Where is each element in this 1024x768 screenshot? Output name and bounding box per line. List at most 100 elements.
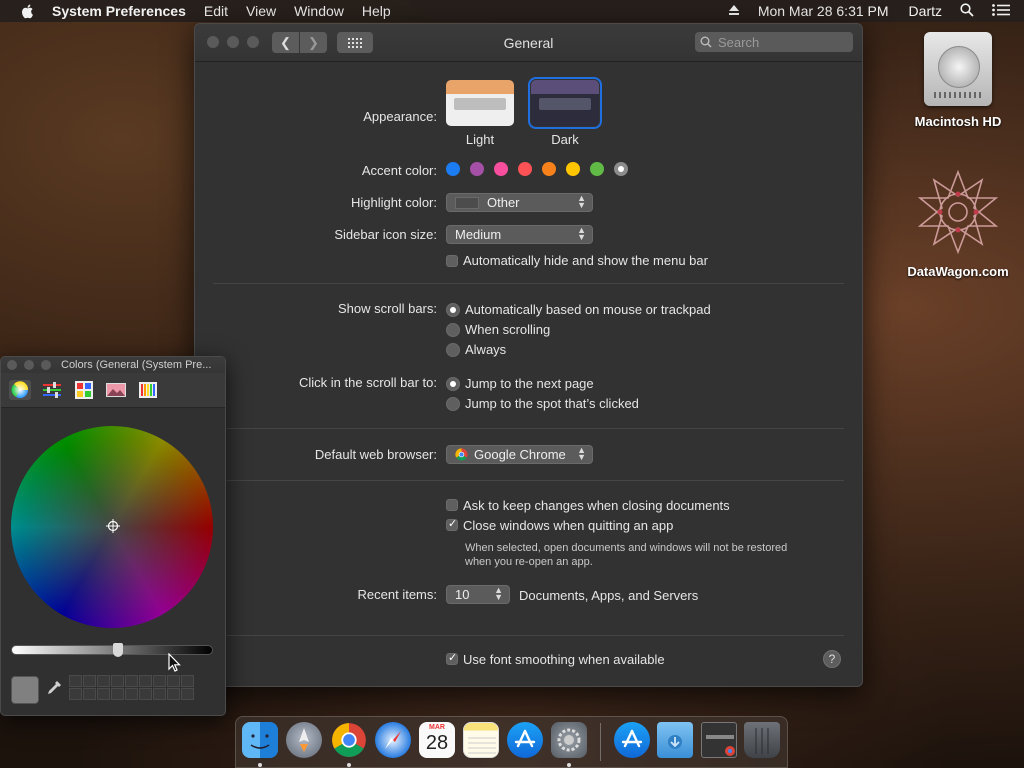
forward-button[interactable]: ❯ xyxy=(300,32,327,53)
color-swatch-cell[interactable] xyxy=(181,688,194,700)
color-swatch-cell[interactable] xyxy=(125,688,138,700)
close-window-button[interactable] xyxy=(207,36,219,48)
notification-center-icon[interactable] xyxy=(992,3,1010,19)
search-input[interactable] xyxy=(716,33,850,51)
menu-help[interactable]: Help xyxy=(362,3,391,19)
downloads-folder-icon[interactable] xyxy=(657,722,693,758)
color-swatch-cell[interactable] xyxy=(97,688,110,700)
notes-icon[interactable] xyxy=(463,722,499,758)
accent-color-swatch[interactable] xyxy=(470,162,484,176)
font-smoothing-label[interactable]: Use font smoothing when available xyxy=(463,652,665,667)
color-swatch-cell[interactable] xyxy=(139,675,152,687)
menu-app-name[interactable]: System Preferences xyxy=(52,3,186,19)
app-store-icon[interactable] xyxy=(507,722,543,758)
spotlight-search-icon[interactable] xyxy=(960,2,974,20)
jump-to-spot-label[interactable]: Jump to the spot that’s clicked xyxy=(465,396,639,411)
color-swatch-cell[interactable] xyxy=(111,688,124,700)
screenshot-thumbnail-icon[interactable] xyxy=(701,722,737,758)
chrome-icon[interactable] xyxy=(331,722,367,758)
colors-zoom-button[interactable] xyxy=(41,360,51,370)
scrollbars-when-scrolling-label[interactable]: When scrolling xyxy=(465,322,550,337)
close-windows-label[interactable]: Close windows when quitting an app xyxy=(463,518,673,533)
desktop-icon-macintosh-hd[interactable]: Macintosh HD xyxy=(903,32,1013,129)
color-swatch-cell[interactable] xyxy=(97,675,110,687)
color-swatch-cell[interactable] xyxy=(83,688,96,700)
jump-to-spot-radio[interactable] xyxy=(446,397,460,411)
autohide-menubar-checkbox[interactable] xyxy=(446,255,458,267)
accent-color-swatch[interactable] xyxy=(494,162,508,176)
color-swatch-cell[interactable] xyxy=(139,688,152,700)
highlight-color-popup[interactable]: Other ▲ ▼ xyxy=(446,193,593,212)
apple-menu-icon[interactable] xyxy=(20,3,36,19)
close-windows-checkbox[interactable] xyxy=(446,517,458,531)
colors-close-button[interactable] xyxy=(7,360,17,370)
show-all-button[interactable] xyxy=(337,32,373,53)
trash-icon[interactable] xyxy=(744,722,780,758)
accent-color-swatch[interactable] xyxy=(566,162,580,176)
accent-color-swatch[interactable] xyxy=(518,162,532,176)
eject-icon[interactable] xyxy=(728,3,740,19)
pencils-mode-button[interactable] xyxy=(137,380,159,400)
color-swatch-cell[interactable] xyxy=(167,675,180,687)
appearance-dark-option[interactable]: Dark xyxy=(528,77,602,147)
color-swatch-cell[interactable] xyxy=(153,675,166,687)
menu-edit[interactable]: Edit xyxy=(204,3,228,19)
color-swatch-cell[interactable] xyxy=(83,675,96,687)
scrollbars-auto-label[interactable]: Automatically based on mouse or trackpad xyxy=(465,302,711,317)
brightness-slider-knob[interactable] xyxy=(113,643,124,657)
accent-color-swatch[interactable] xyxy=(446,162,460,176)
appearance-light-option[interactable]: Light xyxy=(446,80,514,147)
calendar-icon[interactable]: MAR 28 xyxy=(419,722,455,758)
menu-window[interactable]: Window xyxy=(294,3,344,19)
accent-color-swatch[interactable] xyxy=(614,162,628,176)
brightness-slider[interactable] xyxy=(11,645,213,655)
colors-minimize-button[interactable] xyxy=(24,360,34,370)
color-swatch-cell[interactable] xyxy=(167,688,180,700)
launchpad-icon[interactable] xyxy=(286,722,322,758)
zoom-window-button[interactable] xyxy=(247,36,259,48)
color-swatch-cell[interactable] xyxy=(181,675,194,687)
minimize-window-button[interactable] xyxy=(227,36,239,48)
search-field[interactable] xyxy=(695,32,853,52)
menu-user[interactable]: Dartz xyxy=(909,3,942,19)
default-browser-popup[interactable]: Google Chrome ▲ ▼ xyxy=(446,445,593,464)
color-swatch-cell[interactable] xyxy=(69,675,82,687)
finder-icon[interactable] xyxy=(242,722,278,758)
help-button[interactable]: ? xyxy=(823,650,841,668)
scrollbars-when-scrolling-radio[interactable] xyxy=(446,323,460,337)
downloads-app-store-icon[interactable] xyxy=(614,722,650,758)
color-wheel-mode-button[interactable] xyxy=(9,380,31,400)
image-palettes-mode-button[interactable] xyxy=(105,380,127,400)
safari-icon[interactable] xyxy=(375,722,411,758)
color-swatch-cell[interactable] xyxy=(125,675,138,687)
eyedropper-icon[interactable] xyxy=(45,679,63,697)
ask-keep-changes-checkbox[interactable] xyxy=(446,499,458,511)
ask-keep-changes-label[interactable]: Ask to keep changes when closing documen… xyxy=(463,498,730,513)
menu-view[interactable]: View xyxy=(246,3,276,19)
color-palettes-mode-button[interactable] xyxy=(73,380,95,400)
window-titlebar[interactable]: ❮ ❯ General xyxy=(195,24,862,62)
scrollbars-always-radio[interactable] xyxy=(446,343,460,357)
system-preferences-icon[interactable] xyxy=(551,722,587,758)
autohide-menubar-label[interactable]: Automatically hide and show the menu bar xyxy=(463,253,708,268)
color-swatch-cell[interactable] xyxy=(153,688,166,700)
colors-panel-titlebar[interactable]: Colors (General (System Pre... xyxy=(1,357,225,373)
color-sliders-mode-button[interactable] xyxy=(41,380,63,400)
scrollbars-always-label[interactable]: Always xyxy=(465,342,506,357)
sidebar-icon-size-popup[interactable]: Medium ▲ ▼ xyxy=(446,225,593,244)
accent-color-swatch[interactable] xyxy=(590,162,604,176)
recent-items-popup[interactable]: 10 ▲ ▼ xyxy=(446,585,510,604)
scrollbars-auto-radio[interactable] xyxy=(446,303,460,317)
jump-next-page-radio[interactable] xyxy=(446,377,460,391)
jump-next-page-label[interactable]: Jump to the next page xyxy=(465,376,594,391)
color-swatch-cell[interactable] xyxy=(111,675,124,687)
font-smoothing-checkbox[interactable] xyxy=(446,651,458,665)
menu-clock[interactable]: Mon Mar 28 6:31 PM xyxy=(758,3,889,19)
calendar-day: 28 xyxy=(425,732,449,754)
color-swatch-cell[interactable] xyxy=(69,688,82,700)
back-button[interactable]: ❮ xyxy=(272,32,299,53)
accent-color-swatch[interactable] xyxy=(542,162,556,176)
desktop-icon-datawagon[interactable]: DataWagon.com xyxy=(903,168,1013,279)
current-color-well[interactable] xyxy=(11,676,39,704)
color-sliders-icon xyxy=(43,382,61,398)
